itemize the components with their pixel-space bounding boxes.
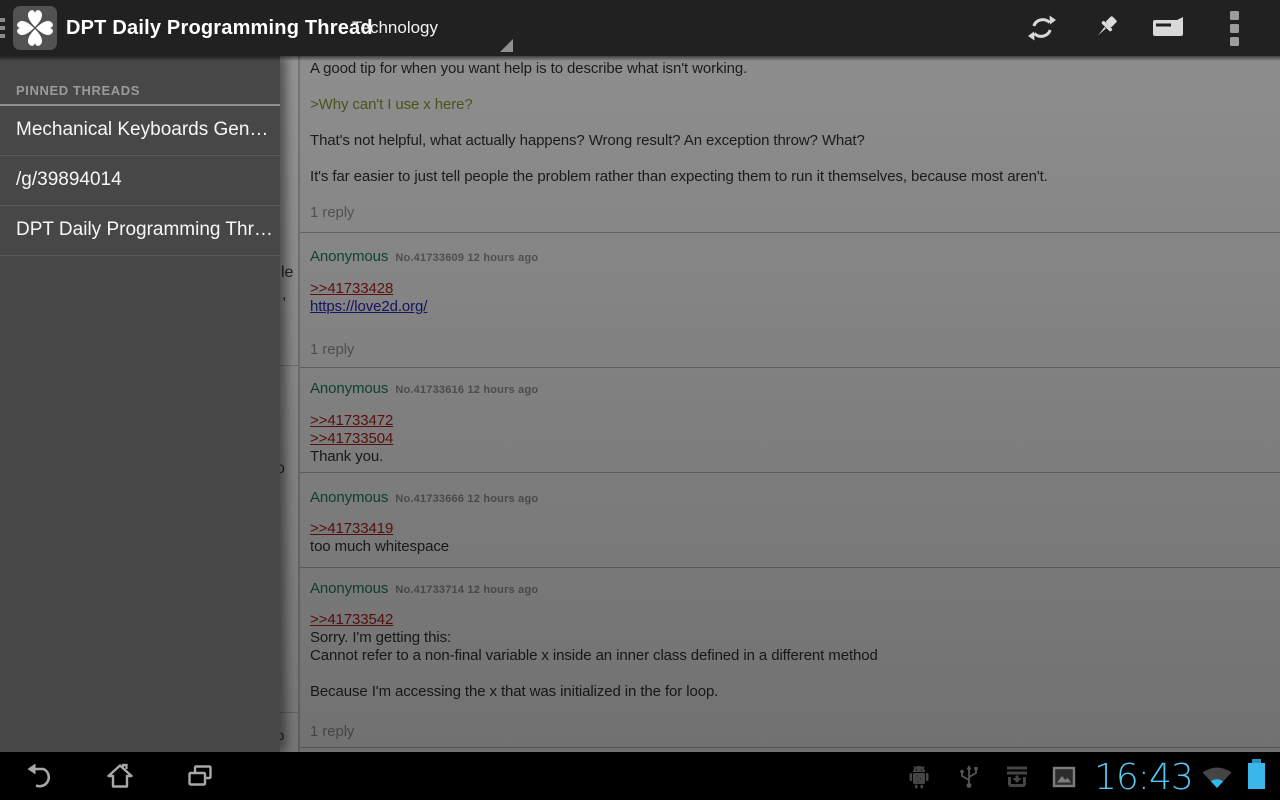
post-op-tail[interactable]: A good tip for when you want help is to … — [300, 56, 1280, 233]
board-spinner[interactable]: Technology — [340, 0, 515, 56]
post-text: Thank you. — [310, 448, 1266, 466]
post-41733609[interactable]: Anonymous No.41733609 12 hours ago >>417… — [300, 233, 1280, 368]
pin-thread-button[interactable] — [1082, 0, 1130, 56]
reply-count[interactable]: 1 reply — [310, 723, 1266, 740]
refresh-icon — [1027, 13, 1057, 43]
home-icon — [104, 760, 136, 792]
post-text: A good tip for when you want help is to … — [310, 61, 1266, 77]
spinner-caret-icon — [500, 39, 513, 52]
board-spinner-label: Technology — [352, 0, 438, 56]
drawer-item-mechanical-keyboards[interactable]: Mechanical Keyboards Gen… — [0, 106, 280, 156]
wifi-icon[interactable] — [1200, 765, 1234, 794]
post-meta: No.41733609 12 hours ago — [395, 250, 538, 266]
poster-name: Anonymous — [310, 581, 388, 597]
clipped-text-fragment: b — [280, 728, 284, 743]
poster-name: Anonymous — [310, 490, 388, 506]
system-bar: 16:43 — [0, 752, 1280, 800]
screenshot-icon[interactable] — [1051, 764, 1077, 795]
overflow-menu-button[interactable] — [1210, 0, 1258, 56]
post-header: Anonymous No.41733609 12 hours ago — [310, 249, 1266, 266]
usb-debugging-icon[interactable] — [906, 764, 932, 795]
drawer-header: PINNED THREADS — [0, 56, 280, 104]
post-text: Sorry. I'm getting this: — [310, 629, 1266, 647]
status-clock[interactable]: 16:43 — [1094, 757, 1198, 798]
quote-link[interactable]: >>41733542 — [310, 611, 393, 628]
quote-link[interactable]: >>41733428 — [310, 280, 393, 297]
reply-count[interactable]: 1 reply — [310, 341, 1266, 358]
quote-link[interactable]: >>41733419 — [310, 520, 393, 537]
download-complete-icon[interactable] — [1004, 764, 1030, 795]
post-text: too much whitespace — [310, 538, 1266, 556]
page-title: DPT Daily Programming Thread — [66, 0, 373, 56]
recents-icon — [184, 760, 216, 792]
pinned-threads-drawer: PINNED THREADS Mechanical Keyboards Gen…… — [0, 56, 280, 752]
drawer-item-g-39894014[interactable]: /g/39894014 — [0, 156, 280, 206]
post-text: Because I'm accessing the x that was ini… — [310, 683, 1266, 701]
poster-name: Anonymous — [310, 381, 388, 397]
drawer-item-dpt-thread[interactable]: DPT Daily Programming Thr… — [0, 206, 280, 256]
refresh-button[interactable] — [1018, 0, 1066, 56]
post-list: A good tip for when you want help is to … — [300, 56, 1280, 752]
post-meta: No.41733616 12 hours ago — [395, 382, 538, 398]
post-41733714[interactable]: Anonymous No.41733714 12 hours ago >>417… — [300, 568, 1280, 748]
back-button[interactable] — [18, 760, 62, 792]
post-meta: No.41733666 12 hours ago — [395, 491, 538, 507]
list-divider — [280, 365, 300, 366]
thread-list-edge: le , o b — [280, 56, 300, 752]
quote-link[interactable]: >>41733472 — [310, 412, 393, 429]
reply-count[interactable]: 1 reply — [310, 205, 1266, 221]
recents-button[interactable] — [178, 760, 222, 792]
clipped-text-fragment: o — [280, 460, 285, 478]
clipped-text-fragment: le — [281, 264, 293, 282]
app-screen: le , o b A good tip for when you want he… — [0, 0, 1280, 800]
blank-line — [310, 665, 1266, 683]
back-icon — [24, 760, 56, 792]
post-41733666[interactable]: Anonymous No.41733666 12 hours ago >>417… — [300, 473, 1280, 568]
home-button[interactable] — [98, 760, 142, 792]
reply-icon — [1151, 14, 1185, 42]
overflow-menu-icon — [1230, 11, 1239, 46]
list-divider — [280, 712, 300, 713]
post-text: It's far easier to just tell people the … — [310, 169, 1266, 185]
action-bar: DPT Daily Programming Thread Technology — [0, 0, 1280, 56]
post-meta: No.41733714 12 hours ago — [395, 582, 538, 598]
clipped-text-fragment: , — [282, 286, 286, 304]
reply-button[interactable] — [1144, 0, 1192, 56]
battery-icon[interactable] — [1248, 763, 1265, 789]
post-header: Anonymous No.41733714 12 hours ago — [310, 581, 1266, 598]
thread-view-pane: le , o b A good tip for when you want he… — [280, 56, 1280, 752]
url-link[interactable]: https://love2d.org/ — [310, 298, 427, 315]
pin-icon — [1091, 13, 1121, 43]
post-header: Anonymous No.41733666 12 hours ago — [310, 490, 1266, 507]
greentext-line: >Why can't I use x here? — [310, 97, 1266, 113]
post-text: Cannot refer to a non-final variable x i… — [310, 647, 1266, 665]
usb-connected-icon[interactable] — [956, 764, 982, 795]
post-header: Anonymous No.41733616 12 hours ago — [310, 381, 1266, 398]
quote-link[interactable]: >>41733504 — [310, 430, 393, 447]
post-text: That's not helpful, what actually happen… — [310, 133, 1266, 149]
poster-name: Anonymous — [310, 249, 388, 265]
post-41733616[interactable]: Anonymous No.41733616 12 hours ago >>417… — [300, 368, 1280, 473]
